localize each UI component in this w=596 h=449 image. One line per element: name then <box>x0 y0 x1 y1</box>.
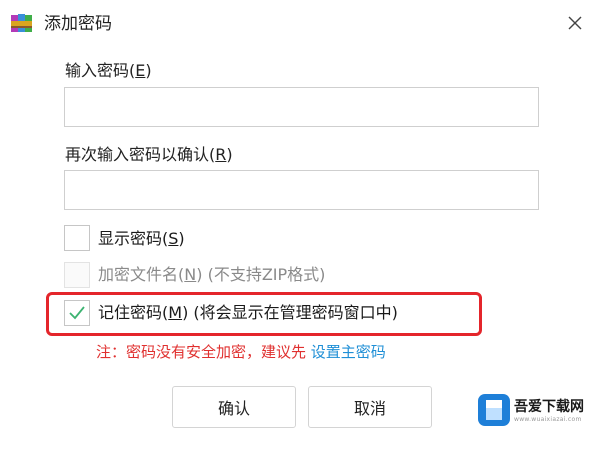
password-input[interactable] <box>64 87 539 127</box>
security-note: 注：密码没有安全加密，建议先 设置主密码 <box>96 343 386 361</box>
watermark-title: 吾爱下载网 <box>514 399 584 415</box>
show-password-checkbox[interactable] <box>64 225 90 251</box>
watermark-logo-icon <box>478 394 510 426</box>
cancel-button[interactable]: 取消 <box>308 386 432 428</box>
checkmark-icon <box>69 306 85 320</box>
password-label: 输入密码(E) <box>65 61 152 80</box>
window-title: 添加密码 <box>44 14 112 34</box>
encrypt-filenames-label: 加密文件名(N) (不支持ZIP格式) <box>98 265 326 284</box>
close-icon <box>568 16 582 30</box>
confirm-button[interactable]: 确认 <box>172 386 296 428</box>
remember-password-checkbox[interactable] <box>64 300 90 326</box>
encrypt-filenames-checkbox <box>64 262 90 288</box>
close-button[interactable] <box>560 8 590 38</box>
remember-password-label[interactable]: 记住密码(M) (将会显示在管理密码窗口中) <box>98 302 398 324</box>
winrar-books-icon <box>10 12 36 34</box>
set-master-password-link[interactable]: 设置主密码 <box>311 343 386 361</box>
watermark-url: www.wuaixiazai.com <box>514 416 582 423</box>
show-password-label[interactable]: 显示密码(S) <box>98 228 185 250</box>
confirm-password-label: 再次输入密码以确认(R) <box>65 145 233 164</box>
confirm-password-input[interactable] <box>64 170 539 210</box>
title-bar: 添加密码 <box>0 0 596 50</box>
watermark: 吾爱下载网 www.wuaixiazai.com <box>478 392 590 432</box>
